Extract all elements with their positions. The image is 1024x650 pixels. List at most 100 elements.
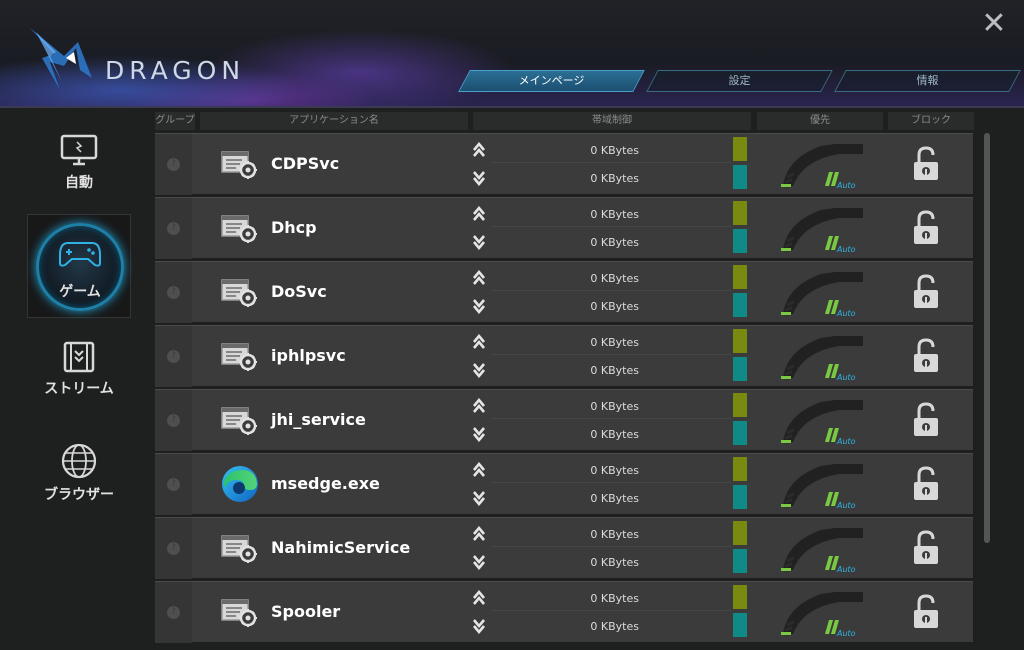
download-arrows-icon[interactable] bbox=[472, 361, 486, 379]
priority-auto-label: Auto bbox=[836, 245, 856, 254]
sidebar-item-auto[interactable]: 自動 bbox=[28, 134, 130, 192]
tab-label: メインページ bbox=[518, 74, 585, 87]
download-bar[interactable] bbox=[733, 293, 747, 317]
priority-gauge[interactable]: Auto bbox=[779, 140, 867, 190]
group-button[interactable]: ? bbox=[167, 478, 180, 491]
upload-bar[interactable] bbox=[733, 137, 747, 161]
app-icon bbox=[220, 276, 260, 308]
download-arrows-icon[interactable] bbox=[472, 297, 486, 315]
sidebar-item-game[interactable]: ゲーム bbox=[27, 214, 131, 318]
upload-bar[interactable] bbox=[733, 521, 747, 545]
upload-arrows-icon[interactable] bbox=[472, 525, 486, 543]
download-arrows-icon[interactable] bbox=[472, 553, 486, 571]
table-row[interactable]: ? DoSvc 0 KBytes 0 KBytes Auto bbox=[155, 261, 973, 323]
group-button[interactable]: ? bbox=[167, 350, 180, 363]
tab-label: 情報 bbox=[916, 74, 939, 87]
upload-arrows-icon[interactable] bbox=[472, 461, 486, 479]
download-bar[interactable] bbox=[733, 549, 747, 573]
priority-gauge[interactable]: Auto bbox=[779, 460, 867, 510]
table-row[interactable]: ? Spooler 0 KBytes 0 KBytes Auto bbox=[155, 581, 973, 643]
download-bar[interactable] bbox=[733, 421, 747, 445]
close-icon[interactable]: ✕ bbox=[980, 9, 1008, 39]
sidebar-item-stream[interactable]: ストリーム bbox=[28, 340, 130, 398]
table-row[interactable]: ? iphlpsvc 0 KBytes 0 KBytes Auto bbox=[155, 325, 973, 387]
upload-bar[interactable] bbox=[733, 265, 747, 289]
upload-arrows-icon[interactable] bbox=[472, 333, 486, 351]
download-arrows-icon[interactable] bbox=[472, 233, 486, 251]
lock-open-icon[interactable] bbox=[911, 466, 941, 502]
tab-main-page[interactable]: メインページ bbox=[458, 70, 645, 92]
upload-value: 0 KBytes bbox=[590, 464, 639, 477]
upload-arrows-icon[interactable] bbox=[472, 205, 486, 223]
download-arrows-icon[interactable] bbox=[472, 169, 486, 187]
group-button[interactable]: ? bbox=[167, 542, 180, 555]
app-name: Spooler bbox=[271, 602, 341, 621]
upload-bar[interactable] bbox=[733, 201, 747, 225]
download-bar[interactable] bbox=[733, 357, 747, 381]
upload-bar[interactable] bbox=[733, 457, 747, 481]
app-icon bbox=[220, 596, 260, 628]
table-row[interactable]: ? NahimicService 0 KBytes 0 KBytes Auto bbox=[155, 517, 973, 579]
download-arrows-icon[interactable] bbox=[472, 425, 486, 443]
service-gear-icon bbox=[221, 343, 257, 371]
upload-arrows-icon[interactable] bbox=[472, 589, 486, 607]
group-cell: ? bbox=[155, 582, 192, 643]
priority-gauge[interactable]: Auto bbox=[779, 396, 867, 446]
download-value: 0 KBytes bbox=[590, 492, 639, 505]
upload-bandwidth: 0 KBytes bbox=[491, 201, 747, 227]
table-row[interactable]: ? Dhcp 0 KBytes 0 KBytes Auto bbox=[155, 197, 973, 259]
upload-bar[interactable] bbox=[733, 585, 747, 609]
upload-arrows-icon[interactable] bbox=[472, 397, 486, 415]
download-bar[interactable] bbox=[733, 485, 747, 509]
priority-level-bar bbox=[781, 248, 791, 251]
sidebar-item-browser[interactable]: ブラウザー bbox=[28, 442, 130, 504]
tab-settings[interactable]: 設定 bbox=[646, 70, 833, 92]
priority-auto-label: Auto bbox=[836, 309, 856, 318]
dragon-logo-icon bbox=[30, 28, 92, 90]
upload-bandwidth: 0 KBytes bbox=[491, 521, 747, 547]
priority-gauge[interactable]: Auto bbox=[779, 268, 867, 318]
upload-arrows-icon[interactable] bbox=[472, 269, 486, 287]
table-row[interactable]: ? jhi_service 0 KBytes 0 KBytes Auto bbox=[155, 389, 973, 451]
priority-auto-label: Auto bbox=[836, 501, 856, 510]
main-tabs: メインページ 設定 情報 bbox=[456, 70, 1021, 92]
group-button[interactable]: ? bbox=[167, 414, 180, 427]
table-row[interactable]: ? msedge.exe 0 KBytes 0 KBytes Auto bbox=[155, 453, 973, 515]
upload-value: 0 KBytes bbox=[590, 400, 639, 413]
upload-arrows-icon[interactable] bbox=[472, 141, 486, 159]
download-bandwidth: 0 KBytes bbox=[491, 613, 747, 639]
app-icon bbox=[220, 532, 260, 564]
priority-auto-label: Auto bbox=[836, 181, 856, 190]
priority-gauge[interactable]: Auto bbox=[779, 332, 867, 382]
download-bar[interactable] bbox=[733, 165, 747, 189]
lock-open-icon[interactable] bbox=[911, 210, 941, 246]
download-arrows-icon[interactable] bbox=[472, 489, 486, 507]
service-gear-icon bbox=[221, 599, 257, 627]
upload-bar[interactable] bbox=[733, 393, 747, 417]
upload-bar[interactable] bbox=[733, 329, 747, 353]
group-button[interactable]: ? bbox=[167, 286, 180, 299]
priority-gauge[interactable]: Auto bbox=[779, 524, 867, 574]
group-button[interactable]: ? bbox=[167, 158, 180, 171]
upload-bandwidth: 0 KBytes bbox=[491, 137, 747, 163]
download-bar[interactable] bbox=[733, 613, 747, 637]
lock-open-icon[interactable] bbox=[911, 594, 941, 630]
lock-open-icon[interactable] bbox=[911, 338, 941, 374]
group-cell: ? bbox=[155, 326, 192, 387]
priority-gauge[interactable]: Auto bbox=[779, 588, 867, 638]
priority-level-bar bbox=[781, 184, 791, 187]
app-name: CDPSvc bbox=[271, 154, 340, 173]
group-button[interactable]: ? bbox=[167, 606, 180, 619]
scrollbar[interactable] bbox=[984, 133, 990, 543]
download-arrows-icon[interactable] bbox=[472, 617, 486, 635]
download-bar[interactable] bbox=[733, 229, 747, 253]
tab-info[interactable]: 情報 bbox=[834, 70, 1021, 92]
lock-open-icon[interactable] bbox=[911, 402, 941, 438]
group-button[interactable]: ? bbox=[167, 222, 180, 235]
app-name: DoSvc bbox=[271, 282, 327, 301]
priority-gauge[interactable]: Auto bbox=[779, 204, 867, 254]
lock-open-icon[interactable] bbox=[911, 530, 941, 566]
lock-open-icon[interactable] bbox=[911, 274, 941, 310]
table-row[interactable]: ? CDPSvc 0 KBytes 0 KBytes Auto bbox=[155, 133, 973, 195]
lock-open-icon[interactable] bbox=[911, 146, 941, 182]
